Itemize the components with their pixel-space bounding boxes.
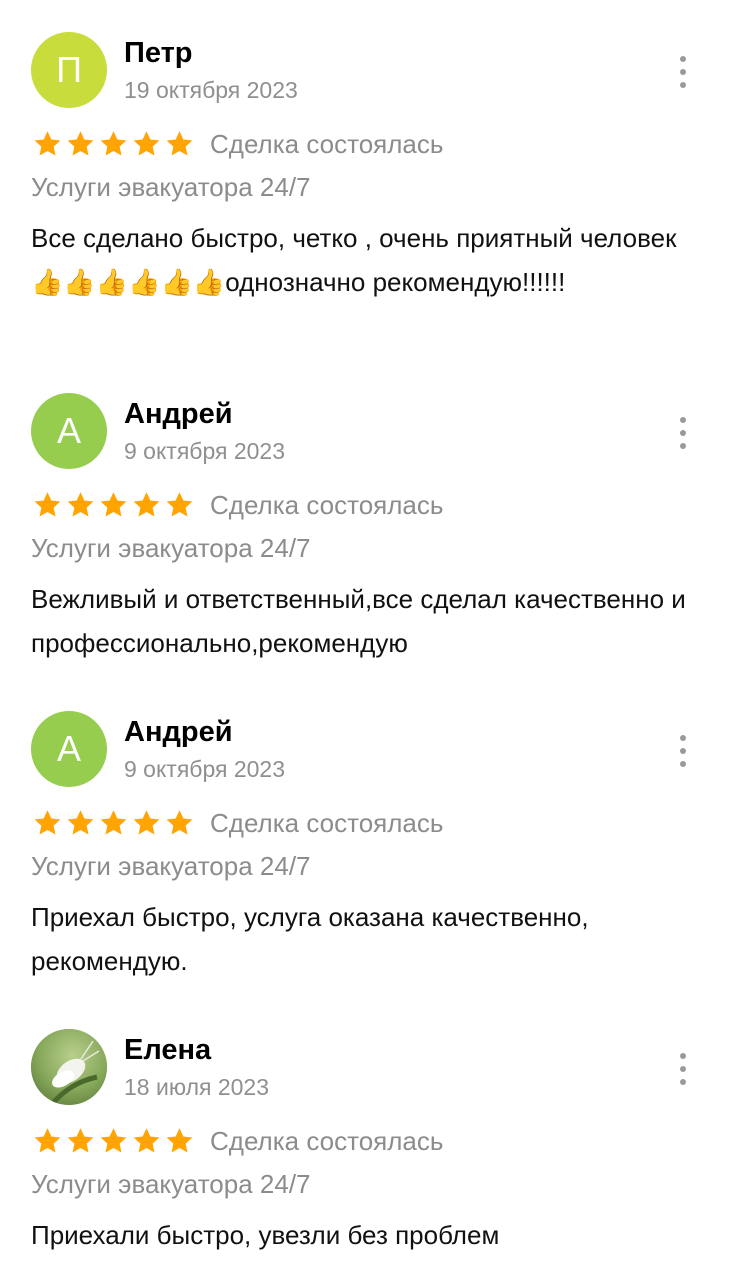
star-rating — [31, 808, 196, 838]
star-icon — [133, 1128, 160, 1153]
star-rating — [31, 129, 196, 159]
review-date: 9 октября 2023 — [124, 756, 285, 782]
deal-status: Сделка состоялась — [210, 808, 444, 838]
star-icon — [133, 492, 160, 517]
reviewer-name[interactable]: Елена — [124, 1033, 211, 1067]
avatar[interactable]: А — [31, 393, 107, 469]
service-name: Услуги эвакуатора 24/7 — [31, 172, 311, 202]
avatar[interactable]: А — [31, 711, 107, 787]
star-icon — [100, 1128, 127, 1153]
star-icon — [133, 810, 160, 835]
star-rating — [31, 1126, 196, 1156]
review-date: 19 октября 2023 — [124, 77, 298, 103]
avatar[interactable]: П — [31, 32, 107, 108]
star-icon — [34, 131, 61, 156]
star-icon — [67, 1128, 94, 1153]
review-text: Все сделано быстро, четко , очень приятн… — [31, 223, 677, 297]
review-text: Приехал быстро, услуга оказана качествен… — [31, 902, 589, 976]
deal-status: Сделка состоялась — [210, 129, 444, 159]
star-icon — [67, 492, 94, 517]
rating-row: Сделка состоялась — [31, 127, 443, 161]
more-vertical-icon — [680, 417, 686, 423]
star-icon — [166, 1128, 193, 1153]
deal-status: Сделка состоялась — [210, 490, 444, 520]
moth-photo — [31, 1029, 107, 1105]
star-icon — [34, 1128, 61, 1153]
review-text: Вежливый и ответственный,все сделал каче… — [31, 584, 686, 658]
deal-status: Сделка состоялась — [210, 1126, 444, 1156]
service-name: Услуги эвакуатора 24/7 — [31, 533, 311, 563]
more-options-button[interactable] — [672, 1053, 694, 1085]
star-icon — [100, 131, 127, 156]
review-date: 9 октября 2023 — [124, 438, 285, 464]
avatar-initial: П — [56, 49, 82, 90]
star-icon — [166, 810, 193, 835]
reviewer-name[interactable]: Андрей — [124, 715, 233, 749]
star-icon — [133, 131, 160, 156]
service-name: Услуги эвакуатора 24/7 — [31, 1169, 311, 1199]
review-date: 18 июля 2023 — [124, 1074, 269, 1100]
star-icon — [34, 810, 61, 835]
star-icon — [67, 810, 94, 835]
reviewer-name[interactable]: Андрей — [124, 397, 233, 431]
avatar-initial: А — [56, 728, 81, 769]
more-vertical-icon — [680, 1053, 686, 1059]
rating-row: Сделка состоялась — [31, 488, 443, 522]
service-name: Услуги эвакуатора 24/7 — [31, 851, 311, 881]
star-icon — [166, 492, 193, 517]
more-vertical-icon — [680, 735, 686, 741]
star-icon — [34, 492, 61, 517]
star-icon — [166, 131, 193, 156]
avatar-initial: А — [56, 410, 81, 451]
reviewer-name[interactable]: Петр — [124, 36, 193, 70]
star-rating — [31, 490, 196, 520]
rating-row: Сделка состоялась — [31, 1124, 443, 1158]
avatar[interactable] — [31, 1029, 107, 1105]
reviews-list: П Петр 19 октября 2023 Сделка состоялась… — [0, 0, 748, 1280]
review-text: Приехали быстро, увезли без проблем — [31, 1220, 500, 1250]
star-icon — [100, 810, 127, 835]
star-icon — [100, 492, 127, 517]
more-options-button[interactable] — [672, 417, 694, 449]
star-icon — [67, 131, 94, 156]
rating-row: Сделка состоялась — [31, 806, 443, 840]
more-options-button[interactable] — [672, 56, 694, 88]
more-options-button[interactable] — [672, 735, 694, 767]
more-vertical-icon — [680, 56, 686, 62]
